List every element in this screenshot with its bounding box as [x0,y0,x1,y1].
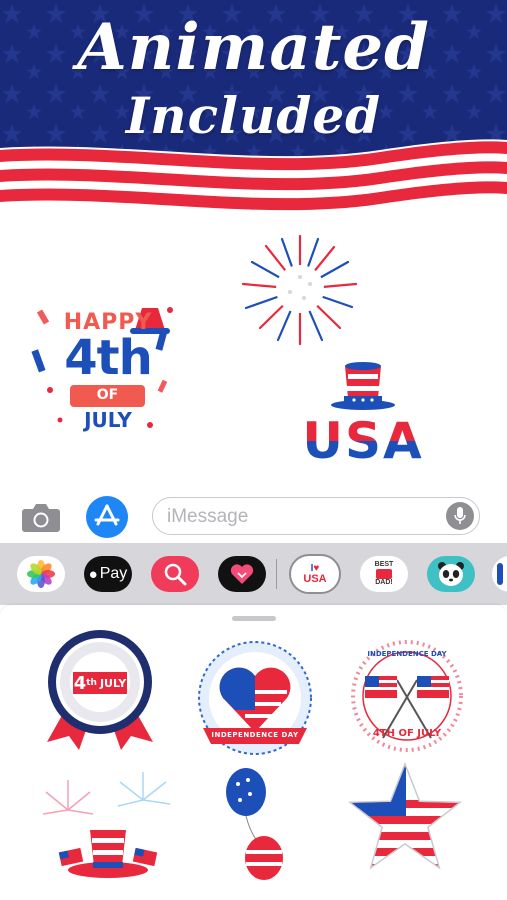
independence-day-ribbon-text: INDEPENDENCE DAY [211,731,299,739]
apple-pay-app[interactable]: ● Pay [84,556,132,592]
sticker-of-text: OF [96,387,119,403]
drawer-separator [276,559,277,589]
badge-4-number: 4 [73,672,87,694]
imessage-input[interactable]: iMessage [152,497,480,535]
sticker-flag-star[interactable] [347,760,463,880]
photos-app-icon [27,560,55,588]
sticker-hat-fireworks[interactable] [38,770,178,890]
digital-touch-app[interactable] [218,556,266,592]
heart-flag-badge-icon [198,641,312,755]
photos-app[interactable] [17,556,65,592]
sticker-balloons[interactable] [220,762,290,887]
sticker-4th-text: 4th [64,330,153,386]
panda-sticker-app[interactable] [427,556,475,592]
app-drawer: ● Pay I♥ USA BEST DAD! [0,543,507,605]
best-dad-line2: DAD! [375,579,393,586]
animated-banner: Animated Included [0,0,507,222]
imessage-placeholder: iMessage [167,506,249,527]
i-love-usa-sticker-app[interactable]: I♥ USA [289,554,341,594]
i-love-usa-line2: USA [303,573,327,585]
badge-4th-text: 4th JULY [73,672,127,694]
search-images-app-icon [164,563,187,586]
apple-logo-icon: ● [88,565,98,583]
more-app-partial[interactable] [492,556,507,592]
sticker-independence-day-heart[interactable]: INDEPENDENCE DAY [195,640,315,760]
panel-grabber[interactable] [232,616,276,621]
crossed-flags-bottom-text: 4TH OF JULY [372,728,442,739]
banner-title-line2: Included [125,86,382,145]
sticker-july-text: JULY [84,408,132,432]
badge-th-suffix: th [86,678,97,688]
flag-star-icon [347,761,463,870]
panda-icon [438,562,464,586]
happy-4th-of-july-sticker[interactable]: HAPPY 4th OF JULY [30,290,180,440]
mug-icon [376,569,392,579]
camera-icon [22,504,60,532]
camera-button[interactable] [20,496,62,538]
hat-fireworks-icon [42,772,171,878]
sticker-4th-july-badge[interactable]: 4th JULY [35,630,165,750]
crossed-flags-top-text: INDEPENDENCE DAY [367,650,447,658]
usa-text: USA [298,412,428,470]
best-dad-sticker-app[interactable]: BEST DAD! [360,556,408,592]
app-store-button[interactable] [86,496,128,538]
balloons-icon [226,768,283,880]
microphone-icon [454,507,466,524]
badge-july-text: JULY [99,676,127,690]
best-dad-line1: BEST [374,561,394,568]
digital-touch-heart-icon [230,564,254,584]
banner-title-line1: Animated [77,10,430,85]
apple-pay-label: Pay [99,565,128,582]
usa-hat-sticker[interactable]: USA [298,360,428,475]
fireworks-sticker[interactable] [240,232,360,347]
partial-app-icon [497,563,503,585]
sticker-crossed-flags[interactable]: INDEPENDENCE DAY 4TH OF JULY [345,640,470,755]
microphone-button[interactable] [446,502,474,530]
app-store-icon [86,496,128,538]
search-images-app[interactable] [151,556,199,592]
fireworks-icon [241,234,358,346]
